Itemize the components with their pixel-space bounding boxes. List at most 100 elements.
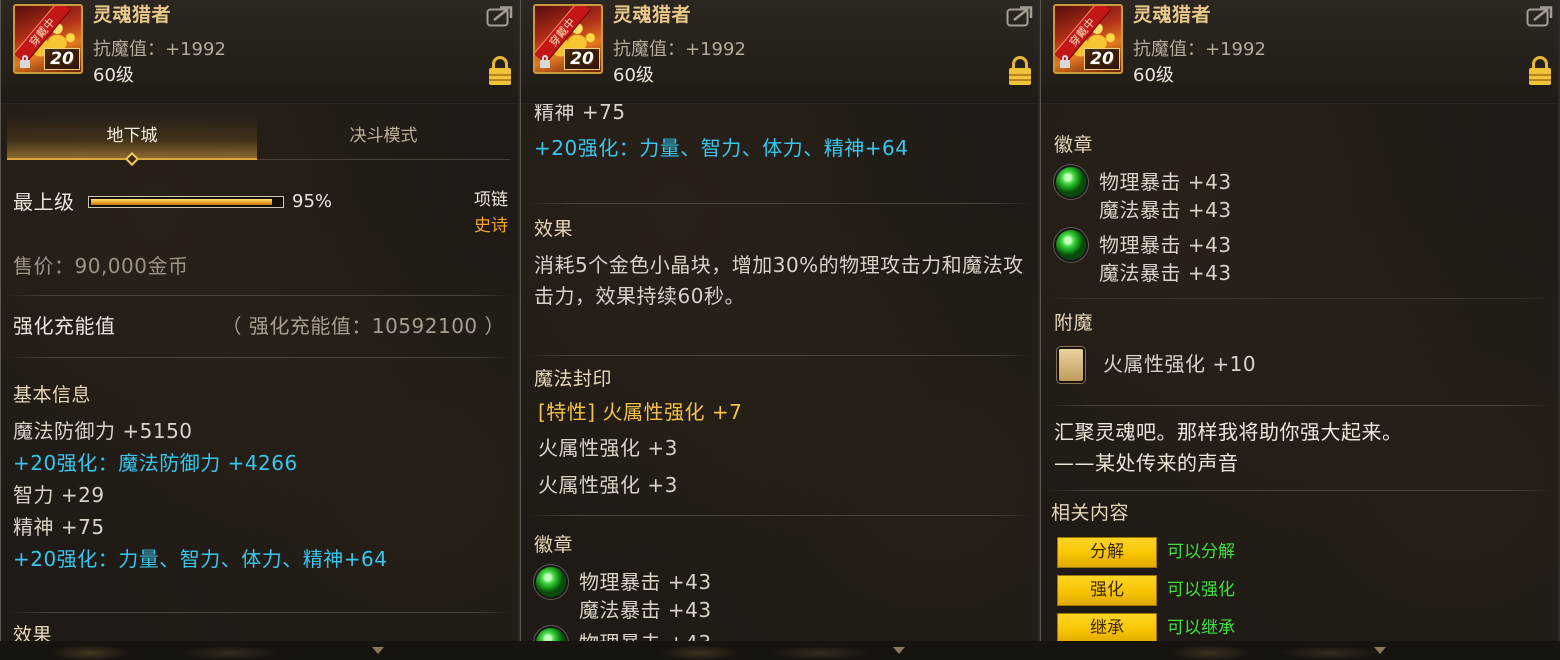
divider bbox=[1047, 405, 1552, 406]
enhance-stat-line: +20强化：力量、智力、体力、精神+64 bbox=[13, 547, 388, 571]
lock-icon[interactable] bbox=[488, 55, 512, 86]
anti-magic-value: 抗魔值：+1992 bbox=[613, 39, 746, 60]
green-emblem-icon bbox=[536, 567, 566, 597]
tooltip-header: 穿戴中 20 灵魂猎者 抗魔值：+1992 60级 bbox=[521, 0, 1038, 104]
enchant-line: 火属性强化 +10 bbox=[1103, 352, 1257, 376]
enhance-button[interactable]: 强化 bbox=[1057, 575, 1157, 606]
emblem-stat-line: 魔法暴击 +43 bbox=[1099, 198, 1232, 222]
stat-line: 精神 +75 bbox=[13, 515, 105, 539]
item-name: 灵魂猎者 bbox=[613, 4, 692, 26]
section-title-enchant: 附魔 bbox=[1054, 312, 1094, 334]
active-tab-marker bbox=[124, 151, 140, 167]
emblem-stat-line: 物理暴击 +43 bbox=[579, 631, 712, 641]
item-tooltip-panel: 穿戴中 20 灵魂猎者 抗魔值：+1992 60级 徽章 物理暴击 +43 魔法… bbox=[1040, 0, 1560, 641]
tab-dungeon[interactable]: 地下城 bbox=[7, 115, 257, 167]
grade-progress-bar bbox=[88, 196, 284, 208]
item-tooltip-panel: 穿戴中 20 灵魂猎者 抗魔值：+1992 60级 精神 +75 +20强化：力… bbox=[520, 0, 1040, 641]
share-icon[interactable] bbox=[1006, 5, 1034, 27]
tooltip-header: 穿戴中 20 灵魂猎者 抗魔值：+1992 60级 bbox=[1, 0, 518, 104]
item-rarity: 史诗 bbox=[474, 216, 508, 236]
stat-line: 精神 +75 bbox=[534, 104, 626, 124]
flavor-source: ——某处传来的声音 bbox=[1054, 451, 1239, 475]
emblem-stat-line: 物理暴击 +43 bbox=[1099, 233, 1232, 257]
enhance-level-badge: 20 bbox=[44, 48, 80, 70]
enhance-level-badge: 20 bbox=[1084, 48, 1120, 70]
tooltip-body-scroll[interactable]: 地下城 决斗模式 最上级 95% 项链 史诗 售价：90,000金币 强化充能值… bbox=[1, 104, 518, 641]
seal-trait-line: [特性] 火属性强化 +7 bbox=[538, 400, 743, 424]
game-background-strip bbox=[0, 641, 1560, 660]
item-name: 灵魂猎者 bbox=[93, 4, 172, 26]
inherit-status: 可以继承 bbox=[1167, 618, 1235, 638]
item-name: 灵魂猎者 bbox=[1133, 4, 1212, 26]
seal-line: 火属性强化 +3 bbox=[538, 473, 678, 497]
green-emblem-icon bbox=[1056, 230, 1086, 260]
enhance-status: 可以强化 bbox=[1167, 580, 1235, 600]
tooltip-body-scroll[interactable]: 精神 +75 +20强化：力量、智力、体力、精神+64 效果 消耗5个金色小晶块… bbox=[521, 104, 1038, 641]
emblem-stat-line: 魔法暴击 +43 bbox=[579, 598, 712, 622]
share-icon[interactable] bbox=[486, 5, 514, 27]
section-title-magic-seal: 魔法封印 bbox=[534, 368, 613, 390]
section-title-effect: 效果 bbox=[13, 624, 53, 641]
mode-tabs: 地下城 决斗模式 bbox=[7, 115, 510, 167]
disassemble-status: 可以分解 bbox=[1167, 542, 1235, 562]
tab-label: 地下城 bbox=[106, 126, 158, 146]
section-title-emblem: 徽章 bbox=[1054, 134, 1094, 156]
grade-progress-fill bbox=[91, 199, 272, 205]
disassemble-button[interactable]: 分解 bbox=[1057, 537, 1157, 568]
enchant-card-icon bbox=[1057, 347, 1085, 383]
inherit-button[interactable]: 继承 bbox=[1057, 613, 1157, 641]
divider bbox=[7, 357, 512, 358]
stat-line: 魔法防御力 +5150 bbox=[13, 419, 193, 443]
sell-price: 售价：90,000金币 bbox=[13, 254, 189, 278]
divider bbox=[1047, 490, 1552, 491]
charge-label: 强化充能值 bbox=[13, 314, 116, 338]
section-title-effect: 效果 bbox=[534, 218, 574, 240]
mini-lock-icon bbox=[20, 55, 30, 68]
anti-magic-value: 抗魔值：+1992 bbox=[1133, 39, 1266, 60]
share-icon[interactable] bbox=[1526, 5, 1554, 27]
item-tooltip-panel: 穿戴中 20 灵魂猎者 抗魔值：+1992 60级 地下城 决斗模式 最上级 9… bbox=[0, 0, 520, 641]
enhance-stat-line: +20强化：力量、智力、体力、精神+64 bbox=[534, 136, 909, 160]
item-level: 60级 bbox=[613, 65, 654, 86]
chevron-down-icon bbox=[893, 647, 905, 654]
green-emblem-icon bbox=[536, 628, 566, 641]
emblem-stat-line: 物理暴击 +43 bbox=[579, 570, 712, 594]
mini-lock-icon bbox=[540, 55, 550, 68]
section-title-emblem: 徽章 bbox=[534, 534, 574, 556]
divider bbox=[527, 355, 1032, 356]
green-emblem-icon bbox=[1056, 167, 1086, 197]
enhance-level-badge: 20 bbox=[564, 48, 600, 70]
section-title-basic-info: 基本信息 bbox=[13, 384, 92, 406]
divider bbox=[527, 203, 1032, 204]
section-title-related: 相关内容 bbox=[1051, 502, 1130, 524]
chevron-down-icon bbox=[372, 647, 384, 654]
item-level: 60级 bbox=[93, 65, 134, 86]
item-level: 60级 bbox=[1133, 65, 1174, 86]
divider bbox=[7, 612, 512, 613]
seal-line: 火属性强化 +3 bbox=[538, 436, 678, 460]
charge-value: （ 强化充能值：10592100 ） bbox=[221, 314, 505, 338]
divider bbox=[1047, 298, 1552, 299]
lock-icon[interactable] bbox=[1528, 55, 1552, 86]
emblem-stat-line: 魔法暴击 +43 bbox=[1099, 261, 1232, 285]
flavor-text: 汇聚灵魂吧。那样我将助你强大起来。 bbox=[1054, 420, 1403, 444]
grade-label: 最上级 bbox=[13, 190, 75, 214]
grade-percent: 95% bbox=[292, 191, 333, 212]
emblem-stat-line: 物理暴击 +43 bbox=[1099, 170, 1232, 194]
tab-duel-mode[interactable]: 决斗模式 bbox=[257, 115, 510, 160]
item-icon: 穿戴中 20 bbox=[533, 4, 603, 74]
anti-magic-value: 抗魔值：+1992 bbox=[93, 39, 226, 60]
item-icon: 穿戴中 20 bbox=[1053, 4, 1123, 74]
lock-icon[interactable] bbox=[1008, 55, 1032, 86]
stat-line: 智力 +29 bbox=[13, 483, 105, 507]
divider bbox=[7, 295, 512, 296]
tab-label: 决斗模式 bbox=[349, 126, 418, 146]
tooltip-header: 穿戴中 20 灵魂猎者 抗魔值：+1992 60级 bbox=[1041, 0, 1558, 104]
chevron-down-icon bbox=[1374, 647, 1386, 654]
tooltip-body-scroll[interactable]: 徽章 物理暴击 +43 魔法暴击 +43 物理暴击 +43 魔法暴击 +43 附… bbox=[1041, 104, 1558, 641]
divider bbox=[527, 515, 1032, 516]
item-slot: 项链 bbox=[474, 190, 508, 210]
enhance-stat-line: +20强化：魔法防御力 +4266 bbox=[13, 451, 298, 475]
tooltip-compare-view: 穿戴中 20 灵魂猎者 抗魔值：+1992 60级 地下城 决斗模式 最上级 9… bbox=[0, 0, 1560, 660]
effect-description: 消耗5个金色小晶块，增加30%的物理攻击力和魔法攻击力，效果持续60秒。 bbox=[534, 253, 1024, 308]
